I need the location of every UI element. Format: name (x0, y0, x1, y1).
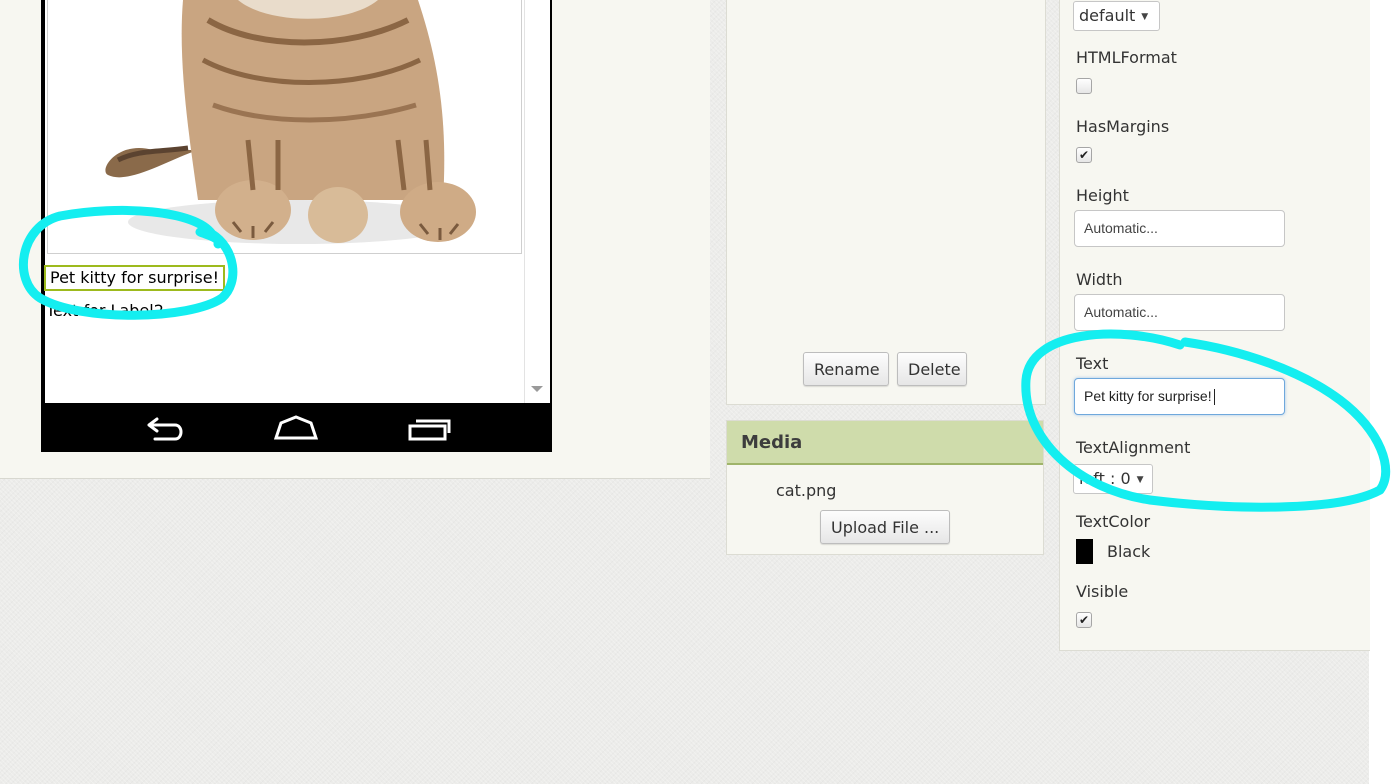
chevron-down-icon: ▼ (1141, 12, 1149, 22)
width-field[interactable]: Automatic... (1074, 294, 1285, 331)
html-format-checkbox[interactable] (1076, 78, 1092, 94)
assets-panel (726, 0, 1046, 405)
scroll-down-arrow-icon[interactable] (531, 386, 543, 392)
page-right-margin (1369, 0, 1392, 784)
text-alignment-dropdown[interactable]: left : 0 ▼ (1073, 464, 1153, 494)
height-label: Height (1076, 186, 1129, 205)
height-field[interactable]: Automatic... (1074, 210, 1285, 247)
text-cursor (1213, 389, 1215, 406)
text-field[interactable]: Pet kitty for surprise! (1074, 378, 1285, 415)
text-color-swatch[interactable] (1076, 539, 1093, 564)
upload-file-button[interactable]: Upload File ... (820, 510, 950, 544)
font-typeface-dropdown[interactable]: default ▼ (1073, 1, 1160, 31)
text-label: Text (1076, 354, 1109, 373)
visible-checkbox[interactable]: ✔ (1076, 612, 1092, 628)
phone-nav-bar (41, 403, 552, 452)
checkmark-icon: ✔ (1078, 148, 1090, 162)
label1-component[interactable]: Pet kitty for surprise! (44, 265, 226, 291)
home-icon (273, 415, 319, 440)
has-margins-label: HasMargins (1076, 117, 1170, 136)
back-icon (147, 417, 183, 441)
label2-component[interactable]: Text for Label2 (46, 300, 164, 322)
html-format-label: HTMLFormat (1076, 48, 1177, 67)
width-label: Width (1076, 270, 1123, 289)
cat-image (105, 0, 476, 244)
visible-label: Visible (1076, 582, 1129, 601)
delete-button[interactable]: Delete (897, 352, 967, 386)
text-field-value: Pet kitty for surprise! (1084, 388, 1212, 404)
recent-apps-icon (408, 419, 451, 441)
chevron-down-icon: ▼ (1136, 475, 1144, 485)
font-typeface-value: default (1079, 6, 1136, 25)
image-component[interactable] (47, 0, 522, 254)
text-alignment-label: TextAlignment (1076, 438, 1191, 457)
text-color-value[interactable]: Black (1107, 541, 1150, 563)
media-file-item[interactable]: cat.png (776, 480, 836, 502)
has-margins-checkbox[interactable]: ✔ (1076, 147, 1092, 163)
text-alignment-value: left : 0 (1079, 469, 1131, 488)
checkmark-icon: ✔ (1078, 613, 1090, 627)
rename-button[interactable]: Rename (803, 352, 889, 386)
media-title: Media (741, 432, 803, 453)
phone-scrollbar[interactable] (524, 0, 550, 403)
text-color-label: TextColor (1076, 512, 1151, 531)
